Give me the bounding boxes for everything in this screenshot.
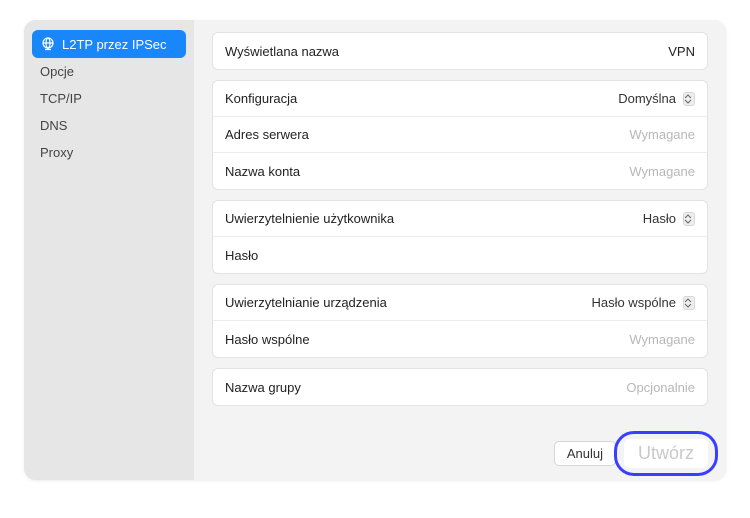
device-auth-select[interactable]: Hasło wspólne	[591, 295, 695, 310]
sidebar-item-proxy[interactable]: Proxy	[32, 139, 186, 166]
group-user-auth: Uwierzytelnienie użytkownika Hasło Hasło	[212, 200, 708, 274]
sidebar-item-tcpip[interactable]: TCP/IP	[32, 85, 186, 112]
row-group-name[interactable]: Nazwa grupy Opcjonalnie	[213, 369, 707, 405]
user-auth-value: Hasło	[643, 211, 676, 226]
user-auth-label: Uwierzytelnienie użytkownika	[225, 211, 394, 226]
display-name-label: Wyświetlana nazwa	[225, 44, 339, 59]
create-button[interactable]: Utwórz	[624, 439, 708, 468]
server-address-placeholder: Wymagane	[629, 127, 695, 142]
globe-icon	[40, 36, 56, 52]
sidebar-item-options[interactable]: Opcje	[32, 58, 186, 85]
sidebar-item-label: Proxy	[40, 145, 73, 160]
configuration-label: Konfiguracja	[225, 91, 297, 106]
row-display-name[interactable]: Wyświetlana nazwa VPN	[213, 33, 707, 69]
display-name-value: VPN	[668, 44, 695, 59]
row-server-address[interactable]: Adres serwera Wymagane	[213, 117, 707, 153]
group-group-name: Nazwa grupy Opcjonalnie	[212, 368, 708, 406]
server-address-label: Adres serwera	[225, 127, 309, 142]
row-password[interactable]: Hasło	[213, 237, 707, 273]
shared-password-label: Hasło wspólne	[225, 332, 310, 347]
group-connection: Konfiguracja Domyślna Adres serwera Wyma…	[212, 80, 708, 190]
chevron-updown-icon	[683, 92, 695, 106]
configuration-value: Domyślna	[618, 91, 676, 106]
device-auth-label: Uwierzytelnianie urządzenia	[225, 295, 387, 310]
sidebar-item-label: Opcje	[40, 64, 74, 79]
group-name-placeholder: Opcjonalnie	[626, 380, 695, 395]
group-display-name: Wyświetlana nazwa VPN	[212, 32, 708, 70]
user-auth-select[interactable]: Hasło	[643, 211, 695, 226]
account-name-placeholder: Wymagane	[629, 164, 695, 179]
cancel-button[interactable]: Anuluj	[554, 441, 616, 466]
sidebar-item-label: L2TP przez IPSec	[62, 37, 167, 52]
chevron-updown-icon	[683, 296, 695, 310]
sidebar-item-l2tp-ipsec[interactable]: L2TP przez IPSec	[32, 30, 186, 58]
sidebar-item-label: TCP/IP	[40, 91, 82, 106]
main-panel: Wyświetlana nazwa VPN Konfiguracja Domyś…	[194, 20, 726, 480]
row-configuration[interactable]: Konfiguracja Domyślna	[213, 81, 707, 117]
row-shared-password[interactable]: Hasło wspólne Wymagane	[213, 321, 707, 357]
footer: Anuluj Utwórz	[212, 429, 708, 468]
account-name-label: Nazwa konta	[225, 164, 300, 179]
sidebar-item-label: DNS	[40, 118, 67, 133]
create-button-highlight: Utwórz	[624, 439, 708, 468]
row-account-name[interactable]: Nazwa konta Wymagane	[213, 153, 707, 189]
sidebar: L2TP przez IPSec Opcje TCP/IP DNS Proxy	[24, 20, 194, 480]
device-auth-value: Hasło wspólne	[591, 295, 676, 310]
password-label: Hasło	[225, 248, 258, 263]
group-name-label: Nazwa grupy	[225, 380, 301, 395]
row-user-auth[interactable]: Uwierzytelnienie użytkownika Hasło	[213, 201, 707, 237]
vpn-settings-window: L2TP przez IPSec Opcje TCP/IP DNS Proxy …	[24, 20, 726, 480]
group-device-auth: Uwierzytelnianie urządzenia Hasło wspóln…	[212, 284, 708, 358]
row-device-auth[interactable]: Uwierzytelnianie urządzenia Hasło wspóln…	[213, 285, 707, 321]
sidebar-item-dns[interactable]: DNS	[32, 112, 186, 139]
shared-password-placeholder: Wymagane	[629, 332, 695, 347]
chevron-updown-icon	[683, 212, 695, 226]
configuration-select[interactable]: Domyślna	[618, 91, 695, 106]
